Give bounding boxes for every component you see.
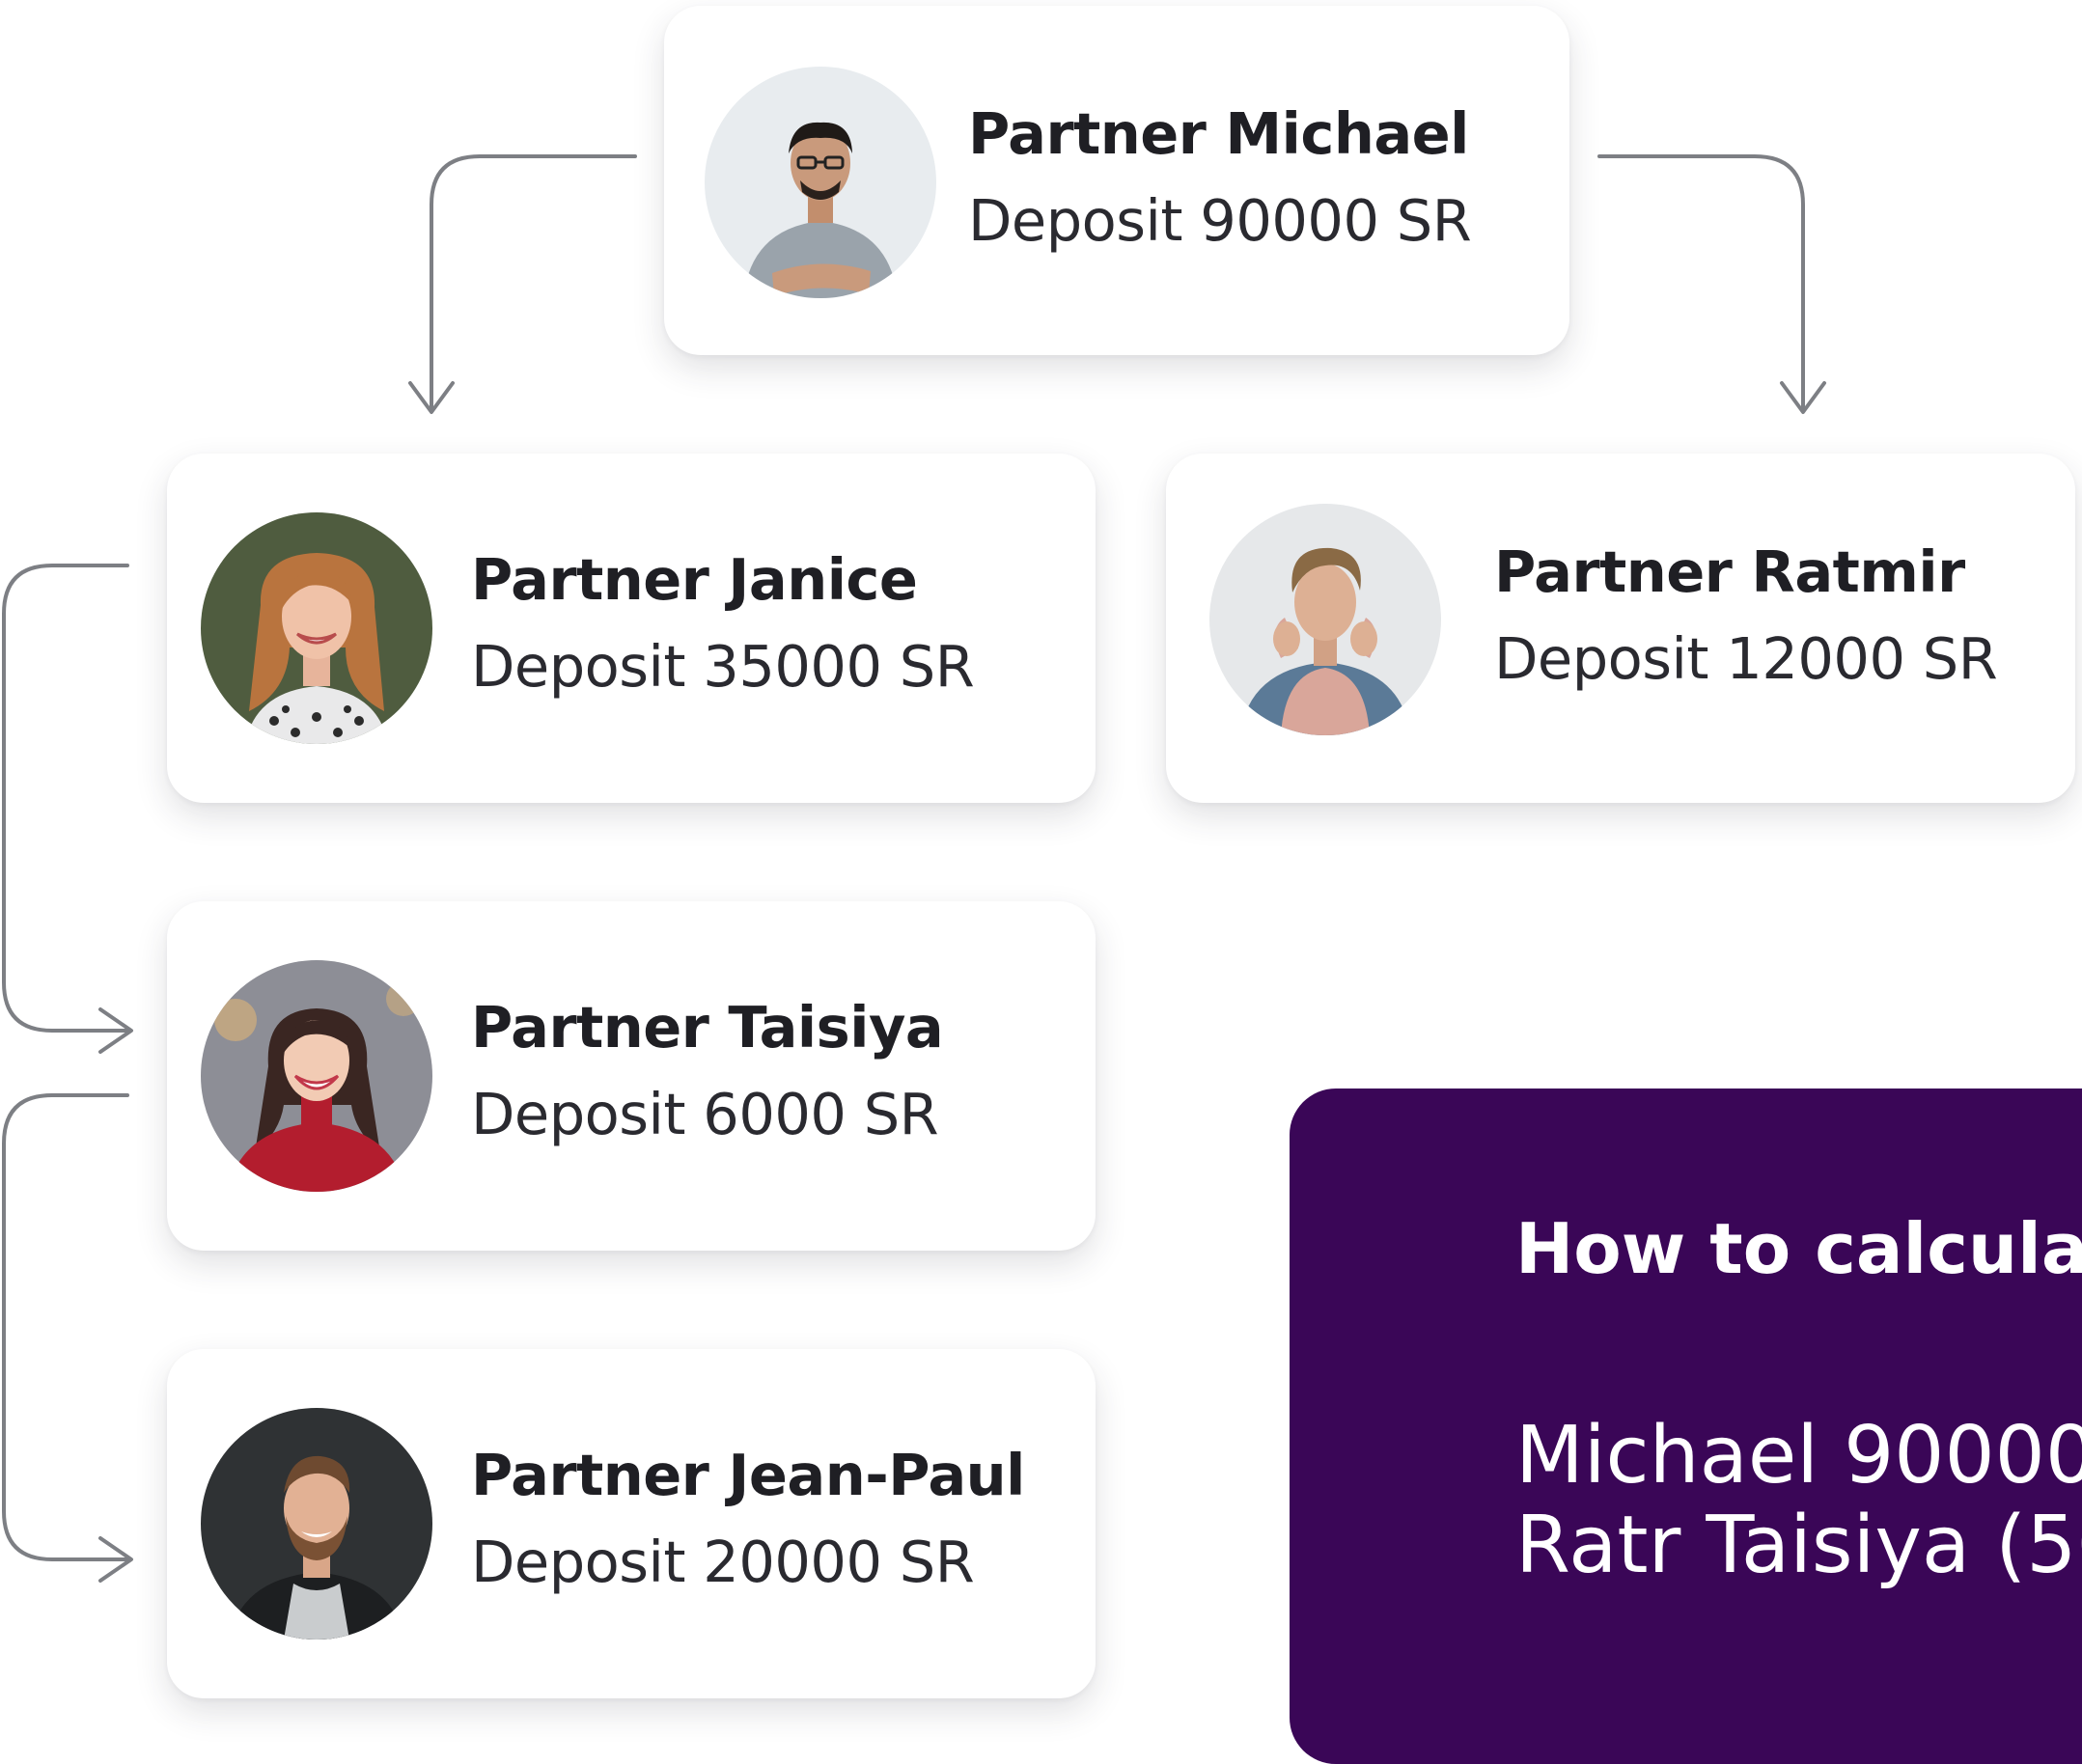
partner-deposit: Deposit 90000 SR: [968, 187, 1472, 254]
partner-name: Partner Taisiya: [471, 994, 944, 1061]
woman-red-sweater-avatar-icon: [201, 960, 432, 1192]
partner-card-taisiya: Partner Taisiya Deposit 6000 SR: [167, 901, 1096, 1251]
calculation-panel: How to calculat Michael 90000 35000 SR +…: [1290, 1089, 2082, 1764]
arrow-taisiya-to-jeanpaul: [2, 1093, 131, 1561]
partner-deposit: Deposit 35000 SR: [471, 633, 975, 700]
partner-name: Partner Ratmir: [1494, 538, 1965, 605]
partner-deposit: Deposit 12000 SR: [1494, 625, 1998, 692]
woman-red-hair-avatar-icon: [201, 512, 432, 744]
partner-card-janice: Partner Janice Deposit 35000 SR: [167, 454, 1096, 803]
man-beard-avatar-icon: [201, 1408, 432, 1640]
partner-card-ratmir: Partner Ratmir Deposit 12000 SR: [1166, 454, 2075, 803]
partner-card-jeanpaul: Partner Jean-Paul Deposit 20000 SR: [167, 1349, 1096, 1698]
arrow-michael-to-janice: [430, 154, 637, 412]
calculation-body: Michael 90000 35000 SR + Ratr Taisiya (5…: [1515, 1410, 2082, 1591]
arrow-janice-to-taisiya: [2, 564, 131, 1033]
partner-deposit: Deposit 6000 SR: [471, 1081, 939, 1147]
partner-card-michael: Partner Michael Deposit 90000 SR: [664, 6, 1569, 355]
calculation-title: How to calculat: [1515, 1208, 2082, 1289]
partner-deposit: Deposit 20000 SR: [471, 1529, 975, 1595]
partner-name: Partner Jean-Paul: [471, 1442, 1025, 1508]
partner-name: Partner Michael: [968, 100, 1469, 167]
man-hoodie-avatar-icon: [1209, 504, 1441, 735]
arrow-michael-to-ratmir: [1597, 154, 1805, 412]
partner-name: Partner Janice: [471, 546, 918, 613]
man-glasses-avatar-icon: [705, 67, 936, 298]
